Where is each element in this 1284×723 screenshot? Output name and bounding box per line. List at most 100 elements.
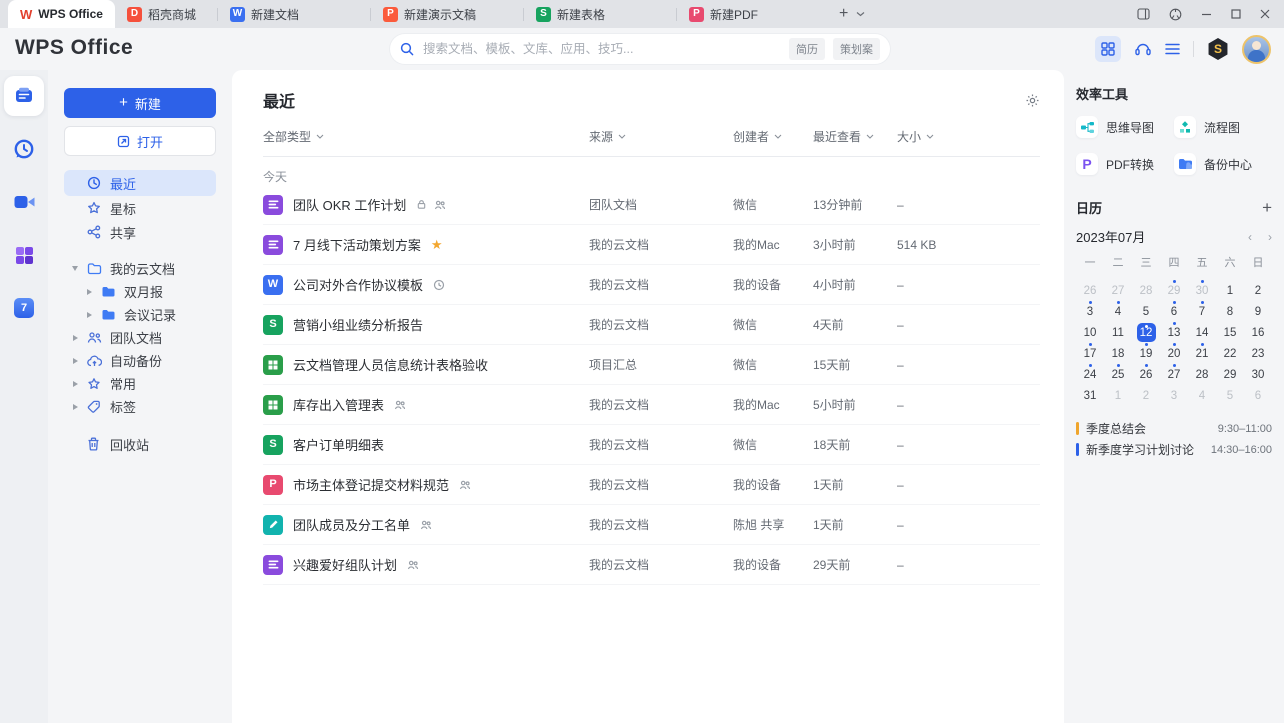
file-row[interactable]: 团队 OKR 工作计划 团队文档 微信 13分钟前 – [263,185,1040,225]
calendar-day[interactable]: 29 [1160,280,1188,301]
calendar-day[interactable]: 27 [1160,364,1188,385]
calendar-day[interactable]: 31 [1076,385,1104,406]
tool-backup-center[interactable]: 备份中心 [1174,153,1272,175]
tool-mind-map[interactable]: 思维导图 [1076,116,1174,138]
filter-all-types[interactable]: 全部类型 [263,128,589,145]
support-headset-icon[interactable] [1134,41,1152,58]
calendar-day[interactable]: 28 [1132,280,1160,301]
tree-item-team-docs[interactable]: 团队文档 [64,326,216,349]
calendar-day[interactable]: 2 [1132,385,1160,406]
calendar-day[interactable]: 22 [1216,343,1244,364]
file-row[interactable]: 7 月线下活动策划方案 ★ 我的云文档 我的Mac 3小时前 514 KB [263,225,1040,265]
event-item[interactable]: 季度总结会 9:30–11:00 [1076,418,1272,439]
tree-item-auto-backup[interactable]: 自动备份 [64,349,216,372]
calendar-day[interactable]: 2 [1244,280,1272,301]
tab-new-spreadsheet[interactable]: S 新建表格 [524,0,676,28]
list-settings-gear-icon[interactable] [1025,93,1040,108]
calendar-day[interactable]: 23 [1244,343,1272,364]
file-row[interactable]: 库存出入管理表 我的云文档 我的Mac 5小时前 – [263,385,1040,425]
rail-item-calendar[interactable]: 7 [4,288,44,328]
calendar-next-icon[interactable]: › [1268,230,1272,244]
filter-source[interactable]: 来源 [589,128,733,145]
search-input[interactable] [421,41,781,57]
add-event-icon[interactable]: + [1262,199,1272,216]
tab-new-document[interactable]: W 新建文档 [218,0,370,28]
calendar-day[interactable]: 14 [1188,322,1216,343]
calendar-day[interactable]: 7 [1188,301,1216,322]
filter-size[interactable]: 大小 [897,128,1040,145]
rail-item-meeting[interactable] [4,182,44,222]
calendar-day[interactable]: 6 [1244,385,1272,406]
tab-new-presentation[interactable]: P 新建演示文稿 [371,0,523,28]
tree-item-tags[interactable]: 标签 [64,395,216,418]
calendar-day[interactable]: 25 [1104,364,1132,385]
search-tag-proposal[interactable]: 策划案 [833,38,880,60]
file-row[interactable]: P 市场主体登记提交材料规范 我的云文档 我的设备 1天前 – [263,465,1040,505]
sidebar-item-recent[interactable]: 最近 [64,170,216,196]
membership-badge-icon[interactable]: S [1208,38,1228,60]
file-row[interactable]: W 公司对外合作协议模板 我的云文档 我的设备 4小时前 – [263,265,1040,305]
tool-pdf-convert[interactable]: P PDF转换 [1076,153,1174,175]
tab-list-chevron-icon[interactable] [856,11,865,17]
tool-flowchart[interactable]: 流程图 [1174,116,1272,138]
event-item[interactable]: 新季度学习计划讨论 14:30–16:00 [1076,439,1272,460]
calendar-day[interactable]: 30 [1188,280,1216,301]
calendar-day[interactable]: 29 [1216,364,1244,385]
calendar-day[interactable]: 24 [1076,364,1104,385]
search-tag-resume[interactable]: 简历 [789,38,825,60]
calendar-day[interactable]: 4 [1104,301,1132,322]
sidebar-item-trash[interactable]: 回收站 [64,432,216,456]
user-avatar[interactable] [1242,34,1271,64]
rail-item-docs[interactable] [4,76,44,116]
calendar-day[interactable]: 1 [1104,385,1132,406]
theme-skin-icon[interactable] [1169,8,1182,21]
calendar-day[interactable]: 11 [1104,322,1132,343]
close-icon[interactable] [1260,9,1270,19]
file-row[interactable]: 云文档管理人员信息统计表格验收 项目汇总 微信 15天前 – [263,345,1040,385]
calendar-day[interactable]: 10 [1076,322,1104,343]
calendar-day-selected[interactable]: 12 [1132,322,1160,343]
calendar-day[interactable]: 13 [1160,322,1188,343]
calendar-day[interactable]: 15 [1216,322,1244,343]
calendar-day[interactable]: 5 [1132,301,1160,322]
file-row[interactable]: S 营销小组业绩分析报告 我的云文档 微信 4天前 – [263,305,1040,345]
calendar-day[interactable]: 5 [1216,385,1244,406]
calendar-day[interactable]: 26 [1132,364,1160,385]
calendar-day[interactable]: 16 [1244,322,1272,343]
file-row[interactable]: 兴趣爱好组队计划 我的云文档 我的设备 29天前 – [263,545,1040,585]
add-tab-icon[interactable]: + [839,5,848,23]
calendar-day[interactable]: 4 [1188,385,1216,406]
apps-grid-button[interactable] [1095,36,1121,62]
calendar-day[interactable]: 27 [1104,280,1132,301]
calendar-day[interactable]: 26 [1076,280,1104,301]
calendar-day[interactable]: 18 [1104,343,1132,364]
calendar-prev-icon[interactable]: ‹ [1248,230,1252,244]
calendar-day[interactable]: 28 [1188,364,1216,385]
minimize-icon[interactable] [1201,9,1212,20]
calendar-day[interactable]: 3 [1160,385,1188,406]
calendar-day[interactable]: 6 [1160,301,1188,322]
main-menu-icon[interactable] [1165,43,1180,55]
tree-item-my-cloud-docs[interactable]: 我的云文档 [64,257,216,280]
calendar-day[interactable]: 30 [1244,364,1272,385]
calendar-day[interactable]: 3 [1076,301,1104,322]
calendar-day[interactable]: 8 [1216,301,1244,322]
tab-wps-office[interactable]: W WPS Office [8,0,115,28]
calendar-day[interactable]: 9 [1244,301,1272,322]
sidebar-item-starred[interactable]: 星标 [64,196,216,220]
file-row[interactable]: 团队成员及分工名单 我的云文档 陈旭 共享 1天前 – [263,505,1040,545]
rail-item-messages[interactable] [4,129,44,169]
calendar-day[interactable]: 20 [1160,343,1188,364]
tree-item-meeting-notes[interactable]: 会议记录 [64,303,216,326]
tree-item-frequent[interactable]: 常用 [64,372,216,395]
filter-recently-viewed[interactable]: 最近查看 [813,128,897,145]
rail-item-apps[interactable] [4,235,44,275]
calendar-day[interactable]: 19 [1132,343,1160,364]
tab-new-pdf[interactable]: P 新建PDF [677,0,829,28]
global-search-bar[interactable]: 简历 策划案 [390,34,890,64]
split-view-icon[interactable] [1137,8,1150,20]
filter-creator[interactable]: 创建者 [733,128,813,145]
open-file-button[interactable]: 打开 [64,126,216,156]
maximize-icon[interactable] [1231,9,1241,19]
new-document-button[interactable]: + 新建 [64,88,216,118]
